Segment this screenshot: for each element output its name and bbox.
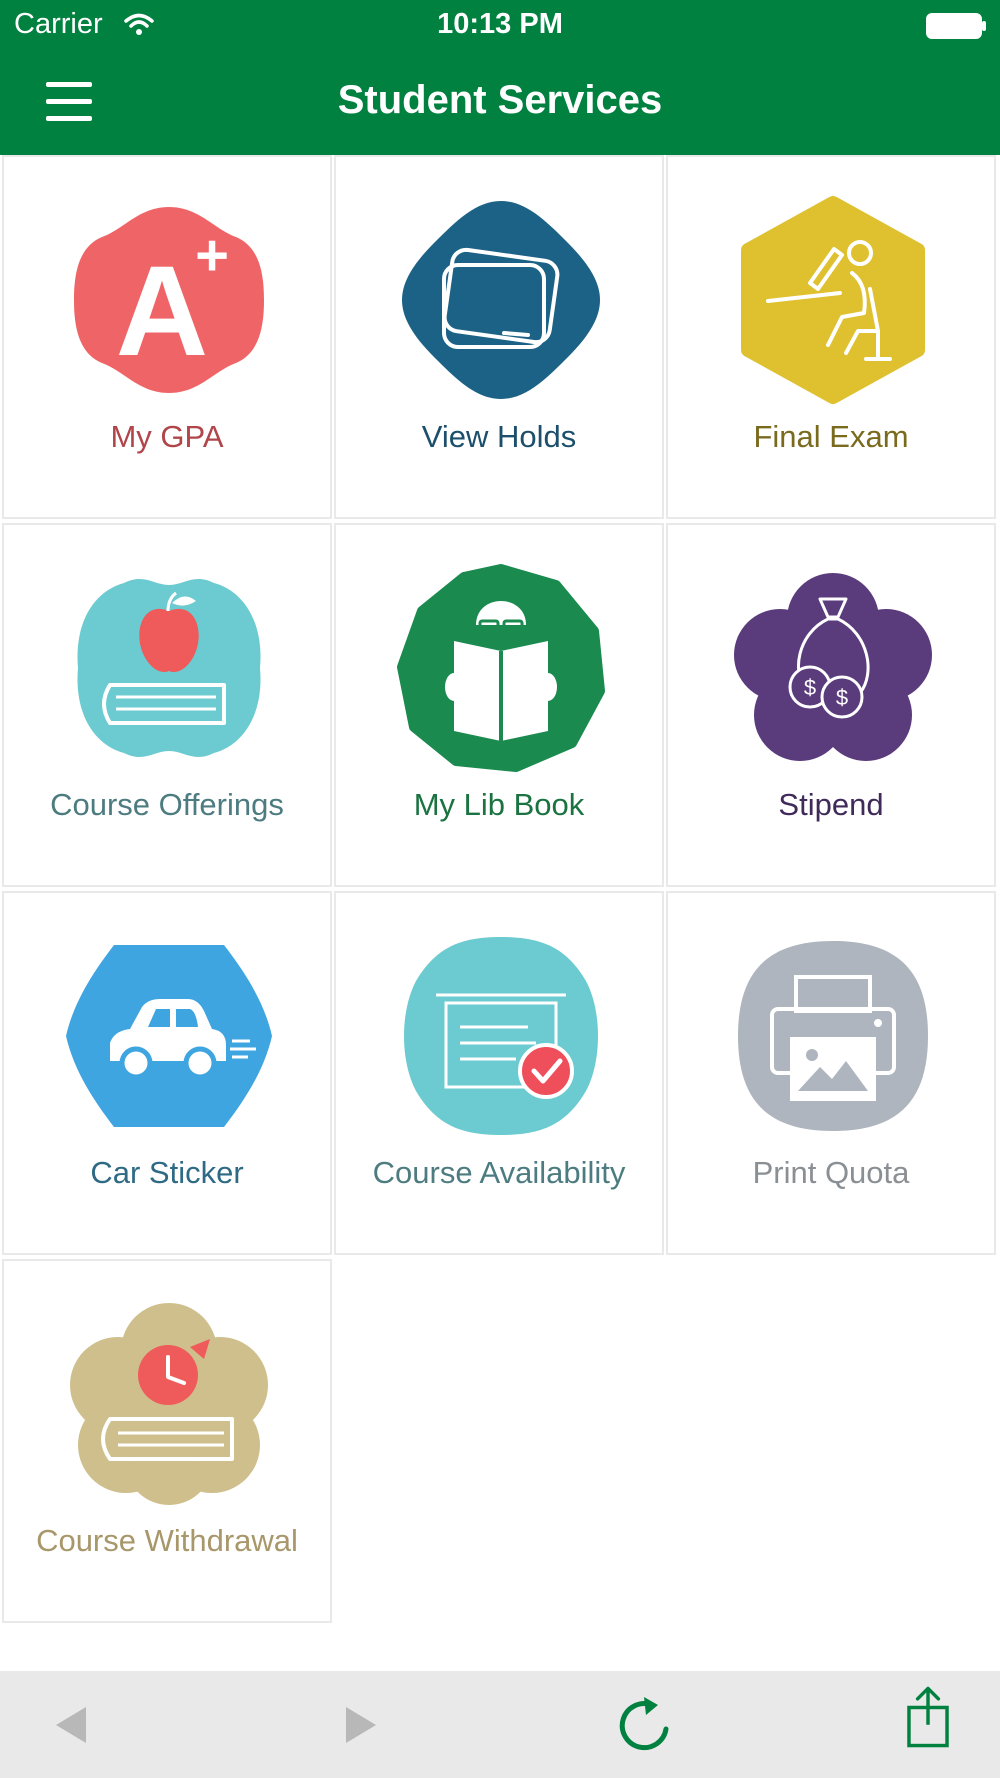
tile-label: Course Availability [372,1155,626,1190]
course-check-icon [404,937,598,1135]
tile-car-sticker[interactable]: Car Sticker [2,891,332,1255]
svg-text:$: $ [804,675,816,700]
tile-label: Car Sticker [90,1155,244,1190]
tile-label: Final Exam [753,419,909,454]
tile-stipend[interactable]: $ $ Stipend [666,523,996,887]
tile-course-availability[interactable]: Course Availability [334,891,664,1255]
page-title: Student Services [337,78,663,122]
header-bar: Carrier 10:13 PM Student Services [0,0,1000,155]
share-icon[interactable] [896,1685,960,1749]
tile-course-offerings[interactable]: Course Offerings [2,523,332,887]
tile-view-holds[interactable]: View Holds [334,155,664,519]
a-plus-grade-icon: A + [74,207,264,393]
apple-on-book-icon [77,579,261,757]
tile-print-quota[interactable]: Print Quota [666,891,996,1255]
battery-icon [926,13,986,39]
car-icon [66,945,272,1127]
svg-text:+: + [195,223,229,288]
tile-final-exam[interactable]: Final Exam [666,155,996,519]
tile-course-withdrawal[interactable]: Course Withdrawal [2,1259,332,1623]
reload-icon[interactable] [614,1693,678,1757]
tile-label: Print Quota [752,1155,910,1190]
reading-person-icon [397,564,605,772]
tile-label: Course Offerings [50,787,284,822]
tile-label: View Holds [421,419,577,454]
holds-card-icon [402,201,600,399]
forward-arrow-icon[interactable] [328,1693,392,1757]
status-time: 10:13 PM [437,8,563,40]
tile-label: Course Withdrawal [36,1523,298,1558]
money-bag-icon: $ $ [734,573,932,761]
browser-toolbar [0,1671,1000,1778]
back-arrow-icon[interactable] [40,1693,104,1757]
printer-icon [738,941,928,1131]
tile-my-lib-book[interactable]: My Lib Book [334,523,664,887]
tile-label: My GPA [110,419,224,454]
tile-my-gpa[interactable]: A + My GPA [2,155,332,519]
tile-label: My Lib Book [413,787,585,822]
clock-on-book-icon [70,1303,268,1505]
exam-desk-icon [741,196,925,404]
tile-label: Stipend [778,787,884,822]
svg-text:$: $ [836,685,848,710]
